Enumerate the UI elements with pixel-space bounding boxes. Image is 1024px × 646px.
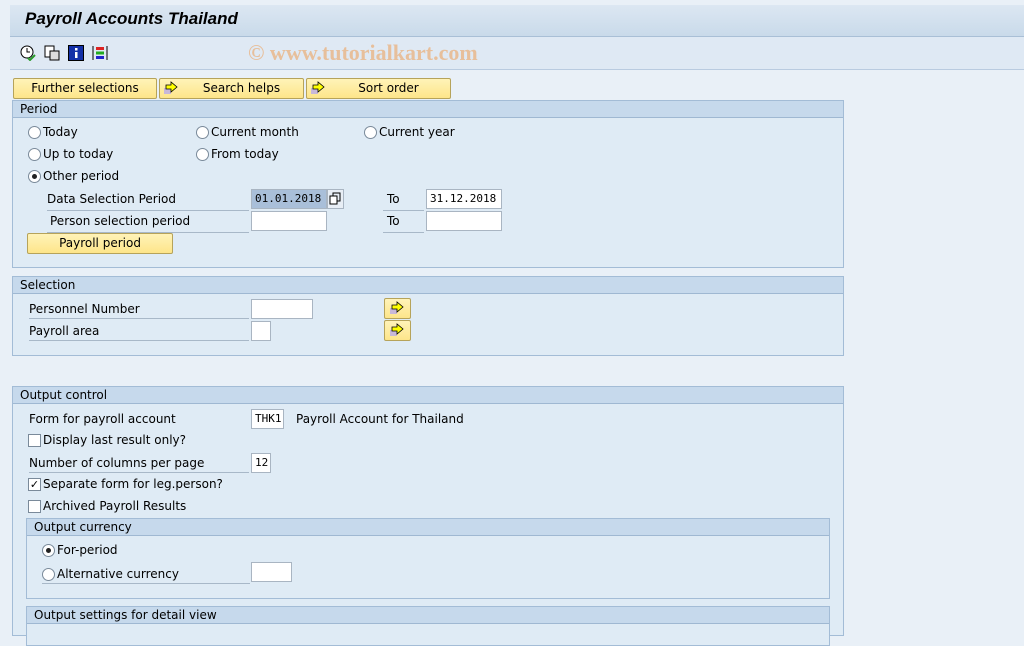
execute-clock-icon[interactable] [20, 45, 36, 61]
checkbox-label: Archived Payroll Results [43, 499, 187, 513]
arrow-right-icon [390, 323, 404, 336]
radio-current-month[interactable]: Current month [196, 125, 299, 139]
radio-label: Current year [379, 125, 455, 139]
sort-order-label: Sort order [358, 81, 419, 95]
radio-label: Up to today [43, 147, 114, 161]
radio-from-today[interactable]: From today [196, 147, 279, 161]
person-from-input[interactable] [251, 211, 327, 231]
radio-today[interactable]: Today [28, 125, 78, 139]
arrow-right-icon [164, 81, 178, 94]
radio-button [42, 567, 55, 581]
data-to-input[interactable]: 31.12.2018 [426, 189, 502, 209]
checkbox-label: Display last result only? [43, 433, 187, 447]
display-last-checkbox[interactable]: Display last result only? [28, 433, 186, 447]
radio-button [28, 169, 41, 183]
payroll-area-input[interactable] [251, 321, 271, 341]
info-icon[interactable] [68, 45, 84, 61]
search-helps-button[interactable]: Search helps [159, 78, 304, 99]
selection-panel: Selection Personnel Number Payroll area [12, 276, 844, 356]
radio-button [196, 147, 209, 161]
payroll-period-button[interactable]: Payroll period [27, 233, 173, 254]
output-currency-header: Output currency [27, 519, 829, 536]
data-from-input[interactable]: 01.01.2018 [251, 189, 327, 209]
title-bar: Payroll Accounts Thailand [10, 5, 1024, 37]
radio-up-to-today[interactable]: Up to today [28, 147, 113, 161]
personnel-number-label: Personnel Number [29, 301, 249, 319]
radio-label: For-period [57, 543, 118, 557]
period-panel: Period Today Current month Current year … [12, 100, 844, 268]
selection-header: Selection [13, 277, 843, 294]
page-title: Payroll Accounts Thailand [25, 9, 238, 28]
radio-button [196, 125, 209, 139]
multiple-selection-icon[interactable] [327, 189, 344, 209]
radio-button [364, 125, 377, 139]
radio-label: From today [211, 147, 279, 161]
checkbox [28, 499, 41, 513]
checkbox-label: Separate form for leg.person? [43, 477, 223, 491]
payroll-area-label: Payroll area [29, 323, 249, 341]
payroll-area-multiple-selection-button[interactable] [384, 320, 411, 341]
personnel-number-input[interactable] [251, 299, 313, 319]
radio-for-period[interactable]: For-period [42, 543, 118, 557]
to-label: To [383, 213, 424, 233]
copy-variant-icon[interactable] [44, 45, 60, 61]
radio-label: Other period [43, 169, 120, 183]
radio-button [28, 147, 41, 161]
radio-label: Current month [211, 125, 299, 139]
columns-input[interactable]: 12 [251, 453, 271, 473]
output-currency-panel: Output currency For-period Alternative c… [26, 518, 830, 599]
form-label: Form for payroll account [29, 412, 176, 426]
person-selection-label: Person selection period [47, 213, 249, 233]
personnel-number-multiple-selection-button[interactable] [384, 298, 411, 319]
radio-label: Today [43, 125, 78, 139]
radio-label: Alternative currency [57, 567, 179, 581]
archived-checkbox[interactable]: Archived Payroll Results [28, 499, 186, 513]
checkmark-icon: ✓ [28, 477, 41, 491]
to-label: To [383, 191, 424, 211]
separate-form-checkbox[interactable]: ✓ Separate form for leg.person? [28, 477, 223, 491]
selection-options-icon[interactable] [92, 45, 108, 61]
form-input[interactable]: THK1 [251, 409, 284, 429]
output-control-header: Output control [13, 387, 843, 404]
radio-button [28, 125, 41, 139]
sort-order-button[interactable]: Sort order [306, 78, 451, 99]
radio-alternative-currency[interactable]: Alternative currency [42, 565, 250, 584]
radio-button [42, 543, 55, 557]
form-description: Payroll Account for Thailand [296, 412, 464, 426]
further-selections-button[interactable]: Further selections [13, 78, 157, 99]
period-header: Period [13, 101, 843, 118]
arrow-right-icon [390, 301, 404, 314]
detail-view-header: Output settings for detail view [27, 607, 829, 624]
application-toolbar: © www.tutorialkart.com [10, 37, 1024, 70]
output-control-panel: Output control Form for payroll account … [12, 386, 844, 646]
person-to-input[interactable] [426, 211, 502, 231]
watermark: © www.tutorialkart.com [248, 40, 478, 65]
columns-label: Number of columns per page [29, 455, 249, 473]
radio-current-year[interactable]: Current year [364, 125, 455, 139]
search-helps-label: Search helps [202, 81, 281, 95]
radio-other-period[interactable]: Other period [28, 169, 119, 183]
checkbox [28, 433, 41, 447]
detail-view-panel: Output settings for detail view [26, 606, 830, 646]
arrow-right-icon [311, 81, 325, 94]
alternative-currency-input[interactable] [251, 562, 292, 582]
data-selection-label: Data Selection Period [47, 191, 249, 211]
